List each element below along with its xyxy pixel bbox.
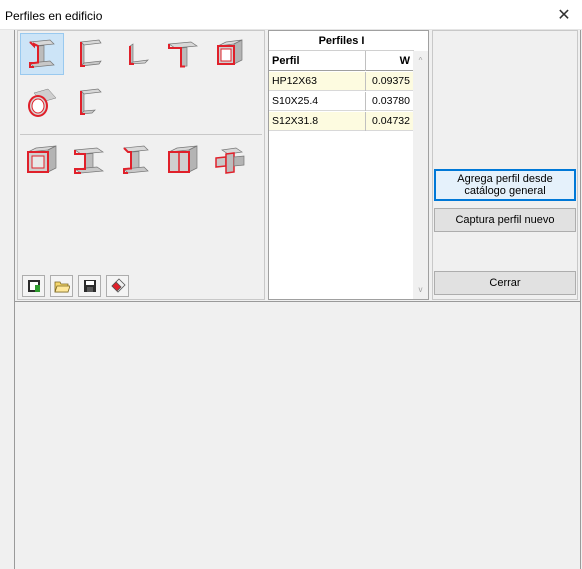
rectangular-tube-icon xyxy=(217,39,243,65)
new-button[interactable] xyxy=(22,275,45,297)
window-title: Perfiles en edificio xyxy=(5,9,103,23)
actions-panel xyxy=(432,30,578,300)
round-tube-button[interactable] xyxy=(20,81,64,123)
angle-icon xyxy=(128,43,149,65)
z-section-icon xyxy=(80,88,102,115)
double-channel-box-icon xyxy=(168,145,198,173)
save-icon xyxy=(83,280,96,292)
double-channel-button[interactable] xyxy=(161,139,205,181)
i-beam-icon xyxy=(29,39,55,68)
box-section-icon xyxy=(27,145,57,173)
shape-palette xyxy=(17,30,265,300)
title-bar: Perfiles en edificio ✕ xyxy=(0,0,582,30)
round-tube-icon xyxy=(28,88,57,117)
column-header-w[interactable]: W xyxy=(400,55,410,67)
profiles-table: Perfiles I Perfil W HP12X63 0.09375 S10X… xyxy=(268,30,429,300)
open-button[interactable] xyxy=(50,275,73,297)
new-file-icon xyxy=(27,280,40,292)
rect-tube-button[interactable] xyxy=(208,33,252,75)
perfiles-window: Perfiles en edificio ✕ Perfiles I Perfil… xyxy=(0,0,582,569)
table-title: Perfiles I xyxy=(269,31,414,51)
scroll-down-icon[interactable]: v xyxy=(413,282,428,297)
column-separator xyxy=(365,92,366,111)
cell-perfil: S10X25.4 xyxy=(272,95,319,107)
double-angle-icon xyxy=(123,145,149,174)
i-beam-button[interactable] xyxy=(20,33,64,75)
scroll-up-icon[interactable]: ^ xyxy=(413,53,428,68)
open-folder-icon xyxy=(53,281,70,293)
channel-icon xyxy=(80,39,102,67)
add-from-catalog-button[interactable]: Agrega perfil desde catálogo general xyxy=(434,169,576,201)
double-angle-button[interactable] xyxy=(114,139,158,181)
tee-icon xyxy=(167,41,199,68)
built-up-i-icon xyxy=(73,147,105,174)
column-header-perfil[interactable]: Perfil xyxy=(272,55,300,67)
column-separator xyxy=(365,112,366,131)
cell-perfil: S12X31.8 xyxy=(272,115,319,127)
table-row[interactable]: S10X25.4 0.03780 xyxy=(269,92,414,111)
angle-button[interactable] xyxy=(114,33,158,75)
cell-w: 0.03780 xyxy=(372,95,410,107)
eraser-button[interactable] xyxy=(106,275,129,297)
column-separator xyxy=(365,51,366,71)
z-section-button[interactable] xyxy=(67,81,111,123)
column-separator xyxy=(365,72,366,91)
bottom-work-area xyxy=(15,302,580,569)
channel-button[interactable] xyxy=(67,33,111,75)
border-right xyxy=(580,30,581,569)
table-header: Perfil W xyxy=(269,51,414,71)
capture-new-button[interactable]: Captura perfil nuevo xyxy=(434,208,576,232)
table-scrollbar[interactable]: ^ v xyxy=(413,51,428,299)
close-button[interactable]: Cerrar xyxy=(434,271,576,295)
cross-section-icon xyxy=(215,147,245,174)
table-row[interactable]: HP12X63 0.09375 xyxy=(269,72,414,91)
built-up-i-button[interactable] xyxy=(67,139,111,181)
cell-perfil: HP12X63 xyxy=(272,75,317,87)
box-section-button[interactable] xyxy=(20,139,64,181)
table-row[interactable]: S12X31.8 0.04732 xyxy=(269,112,414,131)
cell-w: 0.04732 xyxy=(372,115,410,127)
save-button[interactable] xyxy=(78,275,101,297)
close-icon[interactable]: ✕ xyxy=(552,3,576,27)
eraser-icon xyxy=(110,278,126,293)
cell-w: 0.09375 xyxy=(372,75,410,87)
palette-divider xyxy=(20,134,262,135)
cross-section-button[interactable] xyxy=(208,139,252,181)
tee-button[interactable] xyxy=(161,33,205,75)
